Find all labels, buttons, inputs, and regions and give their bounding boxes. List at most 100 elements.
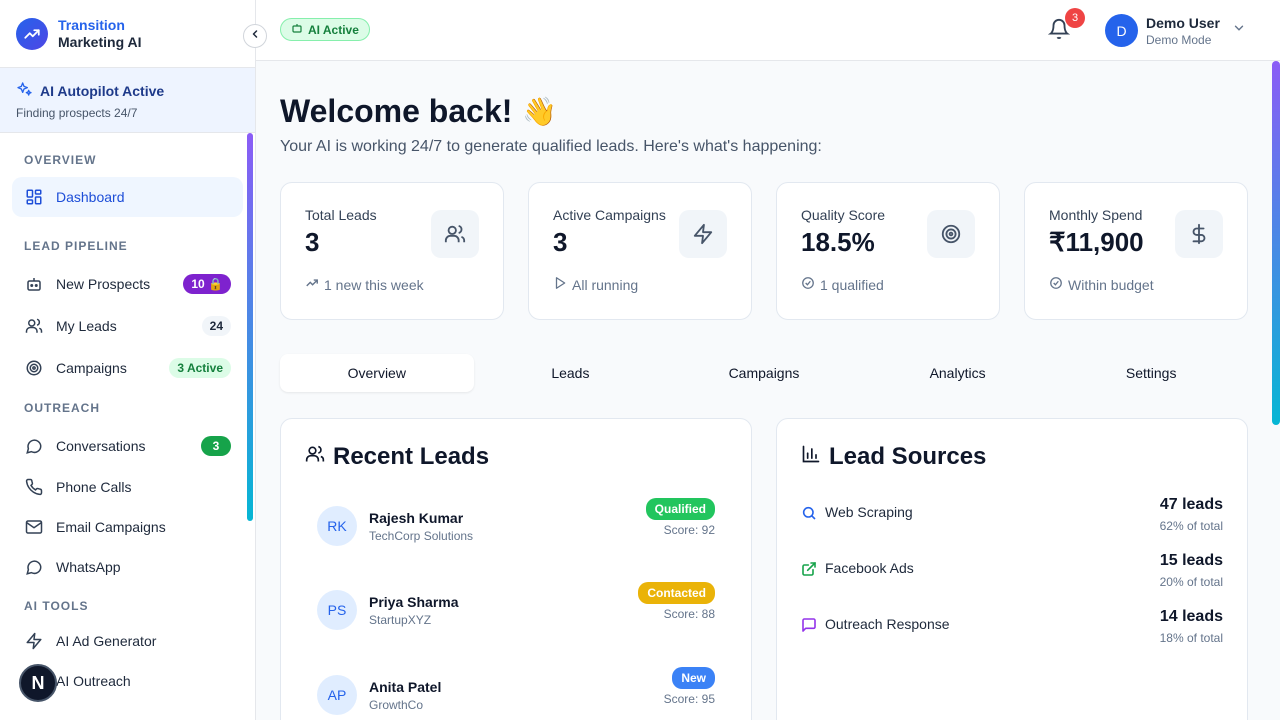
assistant-fab-button[interactable]: N <box>19 664 57 702</box>
tab-overview[interactable]: Overview <box>280 354 474 392</box>
stat-card-monthly-spend: Monthly Spend ₹11,900 Within budget <box>1024 182 1248 320</box>
lead-company: TechCorp Solutions <box>369 529 474 543</box>
bar-chart-icon <box>801 443 821 471</box>
prospects-badge: 10 🔒 <box>183 274 231 294</box>
lead-sources-panel: Lead Sources Web Scraping 47 leads 62% o… <box>776 418 1248 720</box>
chevron-down-icon <box>1232 21 1246 40</box>
chevron-left-icon <box>249 27 261 45</box>
search-icon <box>801 505 817 521</box>
stat-footnote: Within budget <box>1068 276 1154 293</box>
sidebar-item-label: WhatsApp <box>56 559 121 575</box>
source-count: 15 leads <box>1159 552 1223 569</box>
lead-score: Score: 95 <box>663 692 715 706</box>
users-icon <box>431 210 479 258</box>
user-name: Demo User <box>1146 14 1220 31</box>
external-link-icon <box>801 561 817 577</box>
sidebar-item-label: My Leads <box>56 318 117 334</box>
stat-card-active-campaigns: Active Campaigns 3 All running <box>528 182 752 320</box>
tab-bar: Overview Leads Campaigns Analytics Setti… <box>280 352 1248 394</box>
trending-up-icon <box>16 17 48 50</box>
stat-card-quality-score: Quality Score 18.5% 1 qualified <box>776 182 1000 320</box>
sidebar-item-label: Phone Calls <box>56 479 132 495</box>
sidebar-item-phone-calls[interactable]: Phone Calls <box>12 467 243 507</box>
sidebar-item-whatsapp[interactable]: WhatsApp <box>12 547 243 587</box>
autopilot-title: AI Autopilot Active <box>40 82 165 99</box>
recent-leads-panel: Recent Leads RK Rajesh Kumar TechCorp So… <box>280 418 752 720</box>
avatar: PS <box>317 590 357 630</box>
lead-company: StartupXYZ <box>369 613 432 627</box>
user-menu[interactable]: D Demo User Demo Mode <box>1105 14 1246 47</box>
source-name: Web Scraping <box>825 504 913 520</box>
dollar-icon <box>1175 210 1223 258</box>
sidebar-item-my-leads[interactable]: My Leads 24 <box>12 305 243 347</box>
conversations-badge: 3 <box>201 436 231 456</box>
message-circle-icon <box>24 557 44 577</box>
user-mode: Demo Mode <box>1146 32 1212 47</box>
sidebar-item-label: AI Outreach <box>56 673 131 689</box>
nav-section-outreach: OUTREACH <box>24 401 100 415</box>
source-percent: 62% of total <box>1159 519 1223 533</box>
nav-section-lead-pipeline: LEAD PIPELINE <box>24 239 128 253</box>
source-name: Facebook Ads <box>825 560 914 576</box>
stat-footnote: All running <box>572 276 639 293</box>
play-icon <box>553 276 567 293</box>
autopilot-banner: AI Autopilot Active Finding prospects 24… <box>0 68 255 133</box>
tab-analytics[interactable]: Analytics <box>861 354 1055 392</box>
lead-source-row: Outreach Response 14 leads 18% of total <box>801 608 1223 655</box>
main-scrollbar[interactable] <box>1272 61 1280 425</box>
campaigns-badge: 3 Active <box>169 358 231 378</box>
wave-emoji: 👋 <box>522 96 558 127</box>
sidebar-item-label: Dashboard <box>56 189 125 205</box>
lead-name: Anita Patel <box>369 679 442 695</box>
tab-leads[interactable]: Leads <box>474 354 668 392</box>
lead-company: GrowthCo <box>369 698 424 712</box>
mail-icon <box>24 517 44 537</box>
lead-row[interactable]: AP Anita Patel GrowthCo New Score: 95 <box>317 667 717 719</box>
leads-count-badge: 24 <box>201 316 231 336</box>
lead-name: Rajesh Kumar <box>369 510 464 526</box>
collapse-sidebar-button[interactable] <box>243 24 267 48</box>
check-circle-icon <box>801 276 815 293</box>
source-name: Outreach Response <box>825 616 950 632</box>
brand-name-line2: Marketing AI <box>58 33 142 50</box>
stat-footnote: 1 qualified <box>820 276 884 293</box>
target-icon <box>24 358 44 378</box>
sidebar-item-new-prospects[interactable]: New Prospects 10 🔒 <box>12 263 243 305</box>
ai-status-label: AI Active <box>308 22 359 37</box>
sidebar-item-label: Conversations <box>56 438 146 454</box>
tab-campaigns[interactable]: Campaigns <box>667 354 861 392</box>
lead-source-row: Facebook Ads 15 leads 20% of total <box>801 552 1223 599</box>
phone-icon <box>24 477 44 497</box>
bell-icon <box>1047 19 1071 44</box>
status-badge: Contacted <box>638 582 715 604</box>
autopilot-subtitle: Finding prospects 24/7 <box>16 106 138 120</box>
notification-count-badge: 3 <box>1065 8 1085 28</box>
nav-section-overview: OVERVIEW <box>24 153 97 167</box>
sidebar-item-dashboard[interactable]: Dashboard <box>12 177 243 217</box>
panel-title: Recent Leads <box>333 443 490 470</box>
status-badge: Qualified <box>645 498 715 520</box>
nav-section-ai-tools: AI TOOLS <box>24 599 89 613</box>
tab-settings[interactable]: Settings <box>1054 354 1248 392</box>
avatar: RK <box>317 506 357 546</box>
lead-score: Score: 92 <box>663 523 715 537</box>
lead-row[interactable]: PS Priya Sharma StartupXYZ Contacted Sco… <box>317 582 717 634</box>
check-circle-icon <box>1049 276 1063 293</box>
avatar: AP <box>317 675 357 715</box>
sidebar-scrollbar[interactable] <box>247 133 253 521</box>
sidebar-item-ai-ad-generator[interactable]: AI Ad Generator <box>12 621 243 661</box>
source-count: 47 leads <box>1159 496 1223 513</box>
zap-icon <box>24 631 44 651</box>
bot-icon <box>291 22 303 37</box>
lead-row[interactable]: RK Rajesh Kumar TechCorp Solutions Quali… <box>317 498 717 550</box>
stat-card-total-leads: Total Leads 3 1 new this week <box>280 182 504 320</box>
sidebar-item-conversations[interactable]: Conversations 3 <box>12 425 243 467</box>
sidebar-item-email-campaigns[interactable]: Email Campaigns <box>12 507 243 547</box>
sidebar-item-label: Campaigns <box>56 360 127 376</box>
sidebar: Transition Marketing AI AI Autopilot Act… <box>0 0 256 720</box>
sparkles-icon <box>16 81 32 100</box>
sidebar-item-campaigns[interactable]: Campaigns 3 Active <box>12 347 243 389</box>
source-percent: 20% of total <box>1159 575 1223 589</box>
sidebar-item-label: New Prospects <box>56 276 151 292</box>
brand[interactable]: Transition Marketing AI <box>0 0 255 68</box>
